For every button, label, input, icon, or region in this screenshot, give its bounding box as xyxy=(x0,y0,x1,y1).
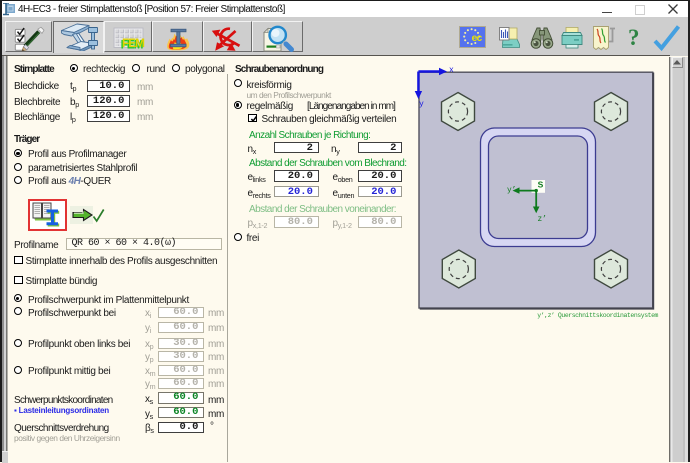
svg-text:x: x xyxy=(449,66,454,75)
svg-text:S: S xyxy=(538,180,544,190)
svg-text:ec: ec xyxy=(471,34,482,45)
svg-text:y: y xyxy=(419,100,424,109)
svg-text:z’: z’ xyxy=(538,216,547,224)
svg-text:y’: y’ xyxy=(507,187,516,195)
